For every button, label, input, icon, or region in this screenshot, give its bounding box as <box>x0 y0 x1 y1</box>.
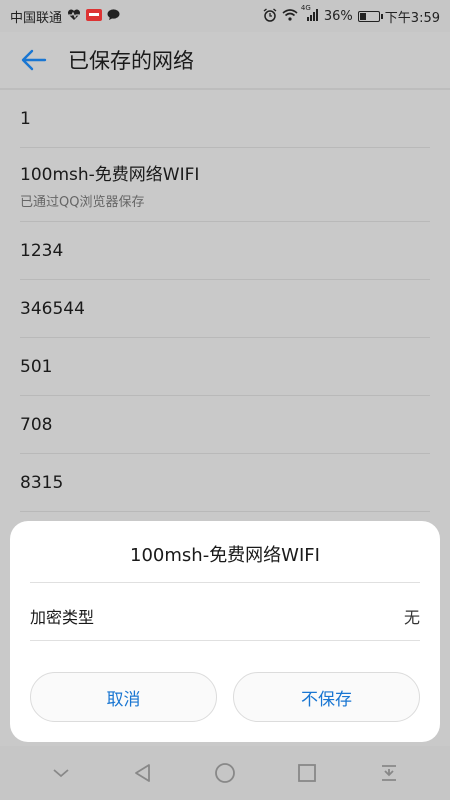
battery-percent: 36% <box>323 8 353 24</box>
network-name: 1 <box>20 108 31 129</box>
status-right: 4G 36% 下午3:59 <box>263 5 440 26</box>
triangle-back-icon <box>135 764 150 782</box>
encryption-type-value: 无 <box>403 608 420 627</box>
app-notification-icon <box>86 9 103 23</box>
network-name: 1234 <box>20 240 64 261</box>
alarm-icon <box>263 8 277 24</box>
pull-down-icon <box>382 765 396 781</box>
cancel-button[interactable]: 取消 <box>30 672 217 722</box>
back-arrow-icon <box>21 49 47 71</box>
divider <box>30 640 420 641</box>
chat-bubble-icon <box>107 9 120 23</box>
clock: 下午3:59 <box>384 10 440 26</box>
carrier-label: 中国联通 <box>10 10 63 26</box>
network-name: 8315 <box>20 472 64 493</box>
chevron-down-icon <box>53 769 69 778</box>
status-left: 中国联通 <box>10 7 120 26</box>
notification-pull-button[interactable] <box>369 753 409 793</box>
system-nav-bar <box>0 746 450 800</box>
saved-network-list: 1 100msh-免费网络WIFI 已通过QQ浏览器保存 1234 346544… <box>0 90 450 512</box>
network-type-label: 4G <box>300 4 311 12</box>
home-nav-button[interactable] <box>205 753 245 793</box>
network-name: 708 <box>20 414 53 435</box>
status-bar: 中国联通 4G 36% 下午3:59 <box>0 0 450 32</box>
network-name: 501 <box>20 356 53 377</box>
encryption-type-label: 加密类型 <box>30 608 95 627</box>
circle-home-icon <box>215 763 235 783</box>
network-source: 已通过QQ浏览器保存 <box>20 194 145 210</box>
network-details-dialog: 100msh-免费网络WIFI 加密类型 无 取消 不保存 <box>10 521 440 742</box>
network-item[interactable]: 8315 <box>20 454 430 512</box>
network-item[interactable]: 501 <box>20 338 430 396</box>
wifi-icon <box>282 9 298 23</box>
dialog-title: 100msh-免费网络WIFI <box>130 545 320 566</box>
app-header: 已保存的网络 <box>0 32 450 90</box>
network-item[interactable]: 1234 <box>20 222 430 280</box>
network-item[interactable]: 100msh-免费网络WIFI 已通过QQ浏览器保存 <box>20 148 430 222</box>
network-name: 100msh-免费网络WIFI <box>20 164 200 185</box>
cellular-signal-icon: 4G <box>301 5 319 23</box>
back-nav-button[interactable] <box>123 753 163 793</box>
recents-nav-button[interactable] <box>287 753 327 793</box>
page-title: 已保存的网络 <box>68 49 194 73</box>
network-name: 346544 <box>20 298 85 319</box>
heart-monitor-icon <box>67 9 81 23</box>
battery-icon <box>357 10 383 22</box>
battery-level-fill <box>359 12 366 20</box>
network-item[interactable]: 708 <box>20 396 430 454</box>
square-recents-icon <box>298 764 316 782</box>
network-item[interactable]: 1 <box>20 90 430 148</box>
divider <box>30 582 420 583</box>
hide-nav-button[interactable] <box>41 753 81 793</box>
forget-network-button[interactable]: 不保存 <box>233 672 420 722</box>
network-item[interactable]: 346544 <box>20 280 430 338</box>
back-button[interactable] <box>0 31 68 89</box>
